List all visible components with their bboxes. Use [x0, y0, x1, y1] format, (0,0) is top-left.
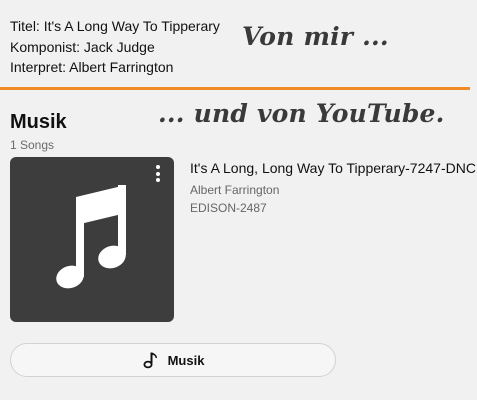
- annotation-from-me: Von mir ...: [242, 22, 389, 51]
- music-note-icon: [56, 185, 126, 289]
- song-title[interactable]: It's A Long, Long Way To Tipperary-7247-…: [190, 160, 476, 176]
- more-vertical-icon: [156, 165, 160, 169]
- song-code: EDISON-2487: [190, 201, 267, 215]
- more-vertical-icon-dot: [156, 178, 160, 182]
- annotation-from-youtube: ... und von YouTube.: [158, 99, 445, 128]
- orange-divider: [0, 87, 470, 90]
- metadata-composer: Komponist: Jack Judge: [10, 38, 155, 55]
- more-vertical-icon-dot: [156, 171, 160, 176]
- music-note-icon: [143, 352, 157, 369]
- music-button-label: Musik: [167, 352, 205, 368]
- song-thumbnail[interactable]: [10, 157, 174, 322]
- song-info[interactable]: It's A Long, Long Way To Tipperary-7247-…: [190, 160, 476, 215]
- metadata-title: Titel: It's A Long Way To Tipperary: [10, 18, 220, 34]
- music-button[interactable]: Musik: [10, 343, 336, 377]
- song-metadata: Titel: It's A Long Way To Tipperary Komp…: [10, 16, 220, 78]
- more-options-button[interactable]: [152, 165, 164, 185]
- song-count: 1 Songs: [10, 138, 55, 152]
- section-title: Musik: [10, 111, 67, 133]
- metadata-performer: Interpret: Albert Farrington: [10, 59, 174, 75]
- song-artist[interactable]: Albert Farrington: [190, 183, 476, 197]
